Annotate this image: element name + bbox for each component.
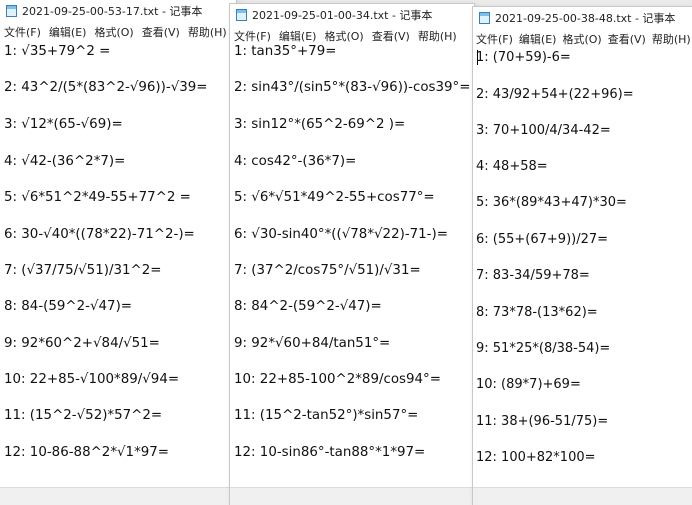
text-line: 3: √12*(65-√69)= — [4, 117, 123, 132]
text-line: 3: 70+100/4/34-42= — [476, 123, 611, 138]
notepad-window-2[interactable]: 2021-09-25-01-00-34.txt - 记事本 文件(F) 编辑(E… — [230, 4, 474, 505]
menu-format[interactable]: 格式(O) — [559, 31, 604, 47]
text-line: 2: sin43°/(sin5°*(83-√96))-cos39°= — [234, 80, 471, 95]
menu-edit[interactable]: 编辑(E) — [516, 31, 560, 47]
window-title: 2021-09-25-00-53-17.txt - 记事本 — [22, 5, 203, 18]
text-line: 7: (√37/75/√51)/31^2= — [4, 263, 162, 278]
text-line: 2: 43/92+54+(22+96)= — [476, 87, 634, 102]
menu-help[interactable]: 帮助(H) — [649, 31, 692, 47]
text-line: 9: 92*60^2+√84/√51= — [4, 336, 160, 351]
menu-bar: 文件(F) 编辑(E) 格式(O) 查看(V) 帮助(H) — [230, 26, 474, 46]
text-line: 4: cos42°-(36*7)= — [234, 154, 357, 169]
notepad-window-3[interactable]: 2021-09-25-00-38-48.txt - 记事本 文件(F) 编辑(E… — [473, 7, 692, 505]
text-area[interactable]: 1: (70+59)-6= 2: 43/92+54+(22+96)= 3: 70… — [473, 49, 692, 488]
text-line: 7: 83-34/59+78= — [476, 268, 590, 283]
menu-view[interactable]: 查看(V) — [138, 24, 184, 40]
status-bar — [473, 487, 692, 505]
text-area[interactable]: 1: √35+79^2 = 2: 43^2/(5*(83^2-√96))-√39… — [0, 42, 236, 488]
text-line: 11: (15^2-√52)*57^2= — [4, 408, 163, 423]
text-line: 6: (55+(67+9))/27= — [476, 232, 609, 247]
notepad-icon — [6, 5, 17, 17]
text-line: 1: (70+59)-6= — [476, 50, 571, 65]
text-line: 9: 51*25*(8/38-54)= — [476, 341, 611, 356]
text-line: 1: √35+79^2 = — [4, 44, 111, 59]
text-line: 8: 84^2-(59^2-√47)= — [234, 299, 382, 314]
menu-file[interactable]: 文件(F) — [230, 28, 275, 44]
menu-edit[interactable]: 编辑(E) — [275, 28, 321, 44]
text-line: 5: 36*(89*43+47)*30= — [476, 195, 627, 210]
text-line: 4: √42-(36^2*7)= — [4, 154, 126, 169]
text-line: 5: √6*51^2*49-55+77^2 = — [4, 190, 191, 205]
text-line: 12: 10-sin86°-tan88°*1*97= — [234, 445, 426, 460]
notepad-window-1[interactable]: 2021-09-25-00-53-17.txt - 记事本 文件(F) 编辑(E… — [0, 0, 236, 505]
menu-format[interactable]: 格式(O) — [320, 28, 367, 44]
notepad-icon — [479, 12, 490, 24]
text-line: 10: (89*7)+69= — [476, 377, 581, 392]
text-line: 6: 30-√40*((78*22)-71^2-)= — [4, 227, 195, 242]
text-line: 10: 22+85-100^2*89/cos94°= — [234, 372, 441, 387]
menu-file[interactable]: 文件(F) — [0, 24, 45, 40]
text-line: 3: sin12°*(65^2-69^2 )= — [234, 117, 406, 132]
text-line: 11: 38+(96-51/75)= — [476, 414, 609, 429]
menu-file[interactable]: 文件(F) — [473, 31, 516, 47]
menu-format[interactable]: 格式(O) — [90, 24, 137, 40]
text-line: 9: 92*√60+84/tan51°= — [234, 336, 391, 351]
text-line: 5: √6*√51*49^2-55+cos77°= — [234, 190, 435, 205]
text-line: 11: (15^2-tan52°)*sin57°= — [234, 408, 419, 423]
status-bar — [0, 487, 236, 505]
text-line: 7: (37^2/cos75°/√51)/√31= — [234, 263, 421, 278]
text-line: 1: tan35°+79= — [234, 44, 337, 59]
menu-help[interactable]: 帮助(H) — [184, 24, 231, 40]
text-line: 2: 43^2/(5*(83^2-√96))-√39= — [4, 80, 208, 95]
menu-view[interactable]: 查看(V) — [605, 31, 649, 47]
menu-bar: 文件(F) 编辑(E) 格式(O) 查看(V) 帮助(H) — [0, 22, 236, 42]
window-title: 2021-09-25-00-38-48.txt - 记事本 — [495, 12, 676, 25]
text-line: 4: 48+58= — [476, 159, 548, 174]
title-bar[interactable]: 2021-09-25-00-53-17.txt - 记事本 — [0, 0, 236, 22]
menu-view[interactable]: 查看(V) — [368, 28, 414, 44]
menu-edit[interactable]: 编辑(E) — [45, 24, 91, 40]
menu-bar: 文件(F) 编辑(E) 格式(O) 查看(V) 帮助(H) — [473, 29, 692, 49]
notepad-icon — [236, 9, 247, 21]
title-bar[interactable]: 2021-09-25-01-00-34.txt - 记事本 — [230, 4, 474, 26]
window-title: 2021-09-25-01-00-34.txt - 记事本 — [252, 9, 433, 22]
menu-help[interactable]: 帮助(H) — [414, 28, 461, 44]
text-line: 8: 73*78-(13*62)= — [476, 305, 598, 320]
text-line: 10: 22+85-√100*89/√94= — [4, 372, 180, 387]
text-area[interactable]: 1: tan35°+79= 2: sin43°/(sin5°*(83-√96))… — [230, 44, 474, 488]
text-line: 12: 100+82*100= — [476, 450, 596, 465]
status-bar — [230, 487, 474, 505]
text-line: 12: 10-86-88^2*√1*97= — [4, 445, 170, 460]
title-bar[interactable]: 2021-09-25-00-38-48.txt - 记事本 — [473, 7, 692, 29]
text-line: 8: 84-(59^2-√47)= — [4, 299, 133, 314]
text-line: 6: √30-sin40°*((√78*√22)-71-)= — [234, 227, 448, 242]
